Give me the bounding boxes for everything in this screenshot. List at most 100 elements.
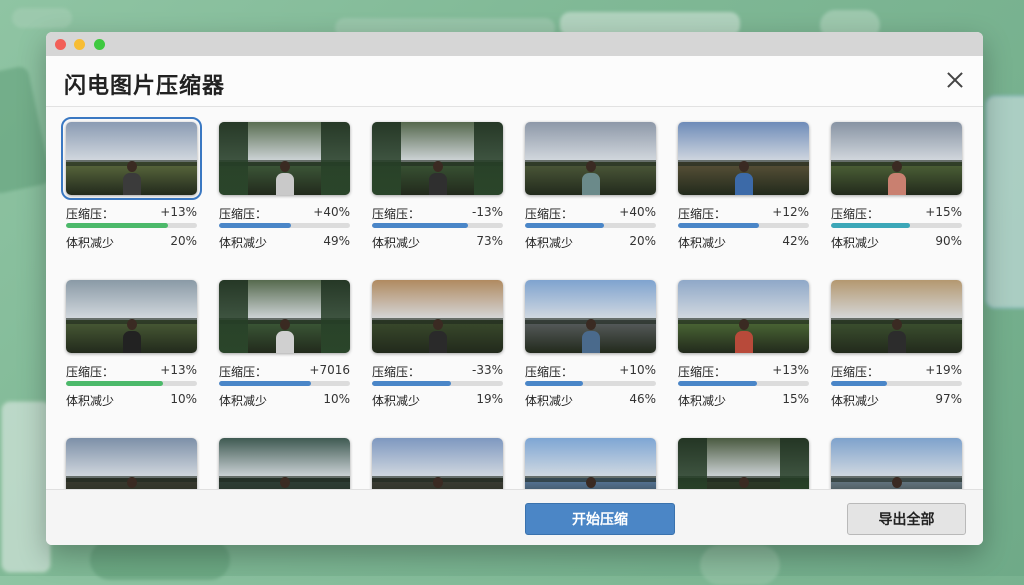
image-thumbnail[interactable] [525, 438, 656, 490]
compression-ratio-value: +40% [619, 205, 656, 219]
image-card[interactable]: 压缩压： +40% 体积减少 49% [219, 122, 350, 268]
thumbnail-trees [219, 280, 248, 353]
image-card[interactable]: 压缩压： +15% 体积减少 90% [831, 122, 962, 268]
thumbnail-sky [66, 438, 197, 481]
image-thumbnail[interactable] [525, 122, 656, 195]
image-card[interactable]: 压缩压： +13% 体积减少 20% [61, 117, 202, 268]
person-head [432, 477, 443, 488]
image-thumbnail[interactable] [678, 280, 809, 353]
background-shape [90, 540, 230, 580]
progress-fill [831, 223, 910, 228]
person-head [126, 161, 137, 172]
image-card[interactable] [219, 438, 350, 490]
image-thumbnail[interactable] [219, 122, 350, 195]
image-thumbnail[interactable] [219, 438, 350, 490]
image-thumbnail[interactable] [372, 122, 503, 195]
image-thumbnail[interactable] [66, 438, 197, 490]
image-thumbnail[interactable] [525, 280, 656, 353]
compression-ratio-label: 压缩压： [372, 365, 421, 379]
person-head [126, 477, 137, 488]
image-grid-scroll-area[interactable]: 压缩压： +13% 体积减少 20% 压缩压： +40% 体积减少 49% 压缩压： -13% 体积… [46, 107, 983, 490]
compression-progress-bar [372, 381, 503, 386]
thumbnail-sky [678, 122, 809, 165]
image-card[interactable]: 压缩压： +7016 体积减少 10% [219, 280, 350, 426]
image-card[interactable]: 压缩压： +10% 体积减少 46% [525, 280, 656, 426]
size-reduction-label: 体积减少 [678, 236, 727, 250]
image-card[interactable] [525, 438, 656, 490]
image-card[interactable]: 压缩压： +12% 体积减少 42% [678, 122, 809, 268]
image-card[interactable]: 压缩压： +13% 体积减少 15% [678, 280, 809, 426]
close-icon[interactable] [943, 68, 967, 92]
thumbnail-person [887, 161, 906, 195]
compression-ratio-label: 压缩压： [831, 207, 880, 221]
thumbnail-person [428, 319, 447, 353]
compression-progress-bar [219, 381, 350, 386]
size-reduction-value: 19% [476, 392, 503, 406]
thumbnail-sky [831, 438, 962, 481]
image-thumbnail[interactable] [66, 280, 197, 353]
image-card[interactable]: 压缩压： -33% 体积减少 19% [372, 280, 503, 426]
progress-fill [66, 223, 169, 228]
image-thumbnail[interactable] [831, 438, 962, 490]
image-card[interactable]: 压缩压： +13% 体积减少 10% [66, 280, 197, 426]
size-reduction-value: 10% [170, 392, 197, 406]
minimize-window-button[interactable] [74, 39, 85, 50]
compression-ratio-label: 压缩压： [372, 207, 421, 221]
size-reduction-value: 46% [629, 392, 656, 406]
size-reduction-value: 73% [476, 234, 503, 248]
thumbnail-person [581, 319, 600, 353]
page-title: 闪电图片压缩器 [64, 74, 226, 99]
image-grid: 压缩压： +13% 体积减少 20% 压缩压： +40% 体积减少 49% 压缩压： -13% 体积… [61, 117, 962, 490]
person-body [734, 331, 753, 353]
image-thumbnail[interactable] [678, 122, 809, 195]
image-card[interactable] [678, 438, 809, 490]
image-card[interactable] [66, 438, 197, 490]
person-head [738, 477, 749, 488]
size-reduction-value: 42% [782, 234, 809, 248]
thumbnail-person [275, 319, 294, 353]
export-all-button[interactable]: 导出全部 [847, 503, 966, 535]
compression-ratio-label: 压缩压： [678, 365, 727, 379]
compression-progress-bar [831, 223, 962, 228]
image-thumbnail[interactable] [372, 438, 503, 490]
compression-progress-bar [372, 223, 503, 228]
compression-ratio-value: +19% [925, 363, 962, 377]
image-card[interactable] [831, 438, 962, 490]
image-thumbnail[interactable] [831, 122, 962, 195]
person-head [738, 319, 749, 330]
thumbnail-person [734, 319, 753, 353]
person-head [279, 477, 290, 488]
compression-ratio-label: 压缩压： [831, 365, 880, 379]
size-reduction-value: 20% [170, 234, 197, 248]
compression-ratio-value: +13% [160, 205, 197, 219]
progress-fill [219, 381, 311, 386]
start-compress-button[interactable]: 开始压缩 [525, 503, 675, 535]
close-window-button[interactable] [55, 39, 66, 50]
size-reduction-value: 97% [935, 392, 962, 406]
image-thumbnail[interactable] [219, 280, 350, 353]
image-card[interactable]: 压缩压： +19% 体积减少 97% [831, 280, 962, 426]
person-body [122, 173, 141, 195]
compression-ratio-label: 压缩压： [219, 207, 268, 221]
progress-fill [372, 223, 468, 228]
size-reduction-value: 90% [935, 234, 962, 248]
progress-fill [525, 381, 583, 386]
person-body [428, 331, 447, 353]
image-thumbnail[interactable] [372, 280, 503, 353]
person-head [279, 161, 290, 172]
image-card[interactable] [372, 438, 503, 490]
footer: 开始压缩 导出全部 [46, 489, 983, 545]
person-body [581, 331, 600, 353]
person-head [279, 319, 290, 330]
maximize-window-button[interactable] [94, 39, 105, 50]
background-shape [700, 545, 780, 585]
thumbnail-trees [678, 438, 707, 490]
image-thumbnail[interactable] [678, 438, 809, 490]
image-thumbnail[interactable] [831, 280, 962, 353]
person-head [585, 477, 596, 488]
image-card[interactable]: 压缩压： +40% 体积减少 20% [525, 122, 656, 268]
person-head [585, 161, 596, 172]
size-reduction-label: 体积减少 [678, 394, 727, 408]
image-thumbnail[interactable] [61, 117, 202, 200]
image-card[interactable]: 压缩压： -13% 体积减少 73% [372, 122, 503, 268]
